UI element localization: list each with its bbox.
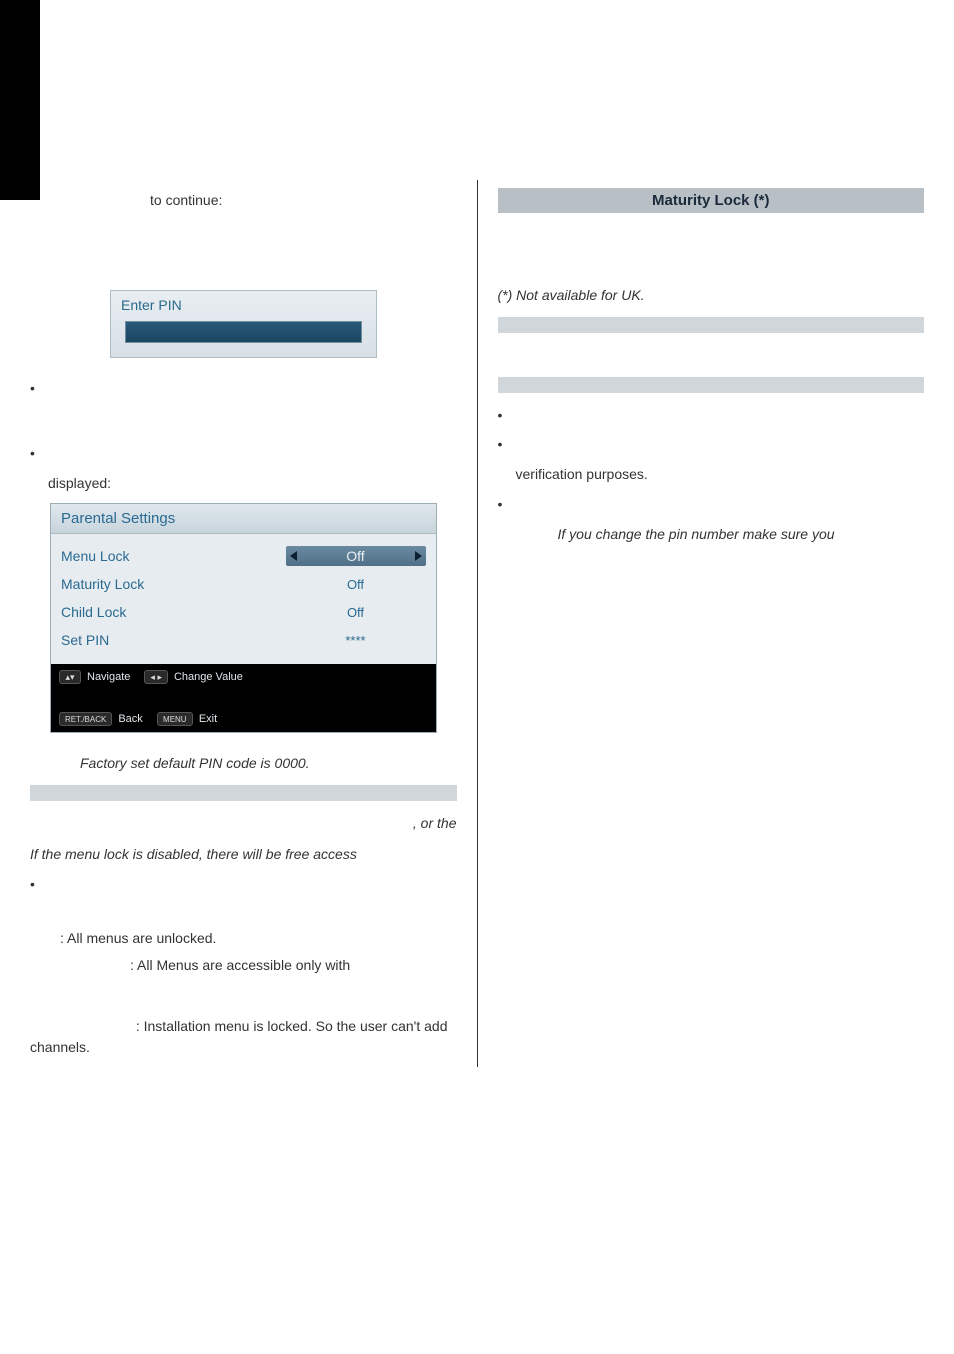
menu-key-icon: MENU	[157, 712, 193, 726]
arrow-left-icon[interactable]	[290, 551, 297, 561]
left-column: to continue: Enter PIN displayed: Parent…	[30, 180, 457, 1067]
footer-back: Back	[118, 713, 142, 725]
orthe-text: , or the	[30, 813, 457, 833]
menu-lock-free-text: If the menu lock is disabled, there will…	[30, 844, 457, 864]
page-content: to continue: Enter PIN displayed: Parent…	[0, 0, 954, 1107]
setting-label: Child Lock	[61, 604, 286, 620]
column-divider	[477, 180, 478, 1067]
all-unlocked-text: : All menus are unlocked.	[60, 928, 457, 949]
pin-input-field[interactable]	[125, 321, 362, 343]
setting-value: Off	[286, 605, 426, 620]
all-accessible-text: : All Menus are accessible only with	[130, 955, 457, 976]
bullet-item	[30, 378, 457, 398]
parental-settings-title: Parental Settings	[51, 504, 436, 534]
setting-value-selected[interactable]: Off	[286, 546, 426, 566]
updown-key-icon: ▴▾	[59, 670, 81, 684]
not-available-uk: (*) Not available for UK.	[498, 285, 925, 305]
displayed-label: displayed:	[48, 473, 457, 493]
setting-row-maturity-lock[interactable]: Maturity Lock Off	[61, 570, 426, 598]
setting-value: ****	[286, 633, 426, 648]
footer-navigate: Navigate	[87, 671, 130, 683]
note-default-pin: Factory set default PIN code is 0000.	[80, 753, 457, 773]
setting-label: Menu Lock	[61, 548, 286, 564]
setting-row-menu-lock[interactable]: Menu Lock Off	[61, 542, 426, 570]
enter-pin-dialog: Enter PIN	[110, 290, 377, 358]
setting-value: Off	[286, 577, 426, 592]
leftright-key-icon: ◂ ▸	[144, 670, 168, 684]
bullet-item	[498, 434, 925, 454]
footer-exit: Exit	[199, 713, 217, 725]
right-column: Maturity Lock (*) (*) Not available for …	[498, 180, 925, 1067]
subheader-bar	[30, 785, 457, 801]
setting-row-set-pin[interactable]: Set PIN ****	[61, 626, 426, 654]
subheader-bar	[498, 377, 925, 393]
setting-row-child-lock[interactable]: Child Lock Off	[61, 598, 426, 626]
install-locked-text: Installation Menu: Installation menu is …	[30, 1016, 457, 1057]
maturity-lock-header: Maturity Lock (*)	[498, 188, 925, 213]
footer-change: Change Value	[174, 671, 243, 683]
setting-value: Off	[346, 548, 364, 564]
enter-pin-title: Enter PIN	[121, 297, 366, 313]
parental-settings-rows: Menu Lock Off Maturity Lock Off Child Lo	[51, 534, 436, 664]
subheader-bar	[498, 317, 925, 333]
bullet-item	[498, 494, 925, 514]
arrow-right-icon[interactable]	[415, 551, 422, 561]
parental-footer: ▴▾ Navigate ◂ ▸ Change Value RET./BACK B…	[51, 664, 436, 732]
parental-settings-dialog: Parental Settings Menu Lock Off Maturity…	[50, 503, 437, 733]
pin-warning-text: If you change the pin number make sure y…	[558, 524, 925, 544]
bullet-item	[30, 443, 457, 463]
page-side-tab	[0, 0, 40, 200]
setting-label: Maturity Lock	[61, 576, 286, 592]
intro-tail: to continue:	[150, 190, 457, 210]
setting-label: Set PIN	[61, 632, 286, 648]
bullet-item	[498, 405, 925, 425]
verification-text: verification purposes.	[516, 464, 925, 484]
return-key-icon: RET./BACK	[59, 712, 112, 726]
bullet-item	[30, 874, 457, 894]
